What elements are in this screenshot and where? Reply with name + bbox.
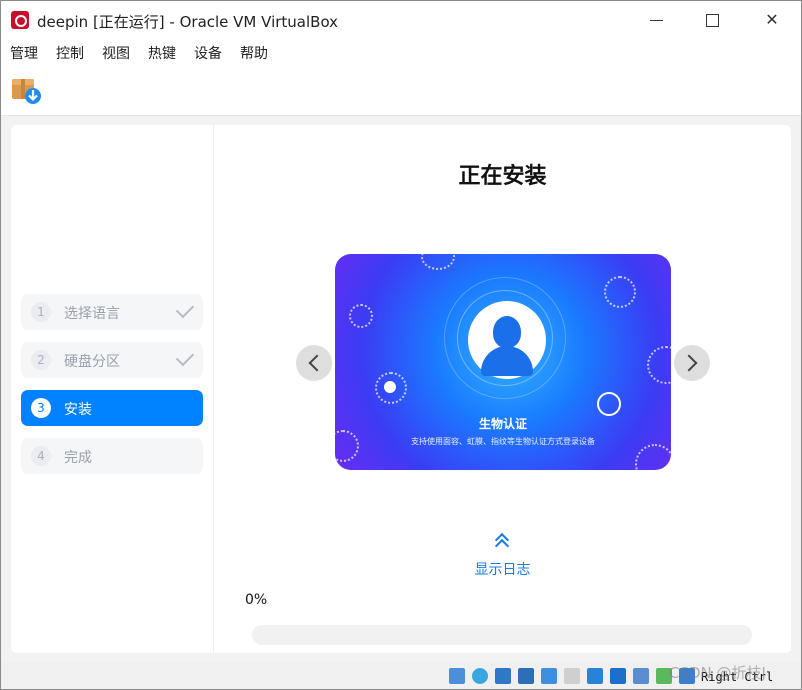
virtualbox-app-icon xyxy=(11,11,29,29)
step-number: 1 xyxy=(31,302,51,322)
installer-step-sidebar: 1 选择语言 2 硬盘分区 3 安装 4 完成 xyxy=(11,125,214,653)
menu-control[interactable]: 控制 xyxy=(56,43,84,63)
feature-slide: 生物认证 支持使用面容、虹膜、指纹等生物认证方式登录设备 xyxy=(335,254,671,470)
minimize-icon xyxy=(649,20,663,21)
show-log-link[interactable]: 显示日志 xyxy=(214,559,791,579)
step-disk-partition: 2 硬盘分区 xyxy=(21,342,203,378)
watermark-text: CSDN @折枝J xyxy=(669,664,766,682)
installer-content: 正在安装 生物认证 支持使用面容、虹膜、指纹等生物认证方式登录设备 显示日志 0… xyxy=(214,125,791,653)
fingerprint-pattern-icon xyxy=(635,444,671,470)
step-label: 安装 xyxy=(64,402,92,418)
slide-title: 生物认证 xyxy=(478,417,527,431)
fingerprint-scan-icon xyxy=(604,276,636,308)
step-finish: 4 完成 xyxy=(21,438,203,474)
step-select-language: 1 选择语言 xyxy=(21,294,203,330)
menu-help[interactable]: 帮助 xyxy=(240,43,268,63)
minimize-button[interactable] xyxy=(633,5,679,35)
hard-disk-icon[interactable] xyxy=(449,668,465,684)
check-badge-icon xyxy=(384,381,396,393)
eye-icon xyxy=(349,304,373,328)
face-recognition-icon xyxy=(597,392,621,416)
usb-icon[interactable] xyxy=(541,668,557,684)
menu-hotkey[interactable]: 热键 xyxy=(148,43,176,63)
video-capture-icon[interactable] xyxy=(633,668,649,684)
step-install: 3 安装 xyxy=(21,390,203,426)
package-download-icon[interactable] xyxy=(11,75,41,105)
optical-drive-icon[interactable] xyxy=(472,668,488,684)
fingerprint-pattern-icon xyxy=(421,254,455,270)
menu-view[interactable]: 视图 xyxy=(102,43,130,63)
progress-percent: 0% xyxy=(245,592,268,608)
step-number: 3 xyxy=(31,398,51,418)
step-label: 硬盘分区 xyxy=(64,354,120,370)
maximize-button[interactable] xyxy=(689,5,735,35)
status-bar: Right Ctrl CSDN @折枝J xyxy=(1,662,801,689)
vm-display[interactable]: 1 选择语言 2 硬盘分区 3 安装 4 完成 正在安装 生物认证 支持使用面容… xyxy=(1,116,801,662)
shared-folder-icon[interactable] xyxy=(564,668,580,684)
page-title: 正在安装 xyxy=(458,164,547,189)
chevron-left-icon xyxy=(308,354,326,372)
audio-icon[interactable] xyxy=(495,668,511,684)
display-icon[interactable] xyxy=(587,668,603,684)
network-icon[interactable] xyxy=(518,668,534,684)
next-slide-button[interactable] xyxy=(674,345,710,381)
screen-capture-icon[interactable] xyxy=(610,668,626,684)
window-title: deepin [正在运行] - Oracle VM VirtualBox xyxy=(37,13,339,31)
previous-slide-button[interactable] xyxy=(296,345,332,381)
step-label: 选择语言 xyxy=(64,306,120,322)
maximize-icon xyxy=(705,14,719,27)
install-progress-bar xyxy=(252,625,752,645)
toolbar xyxy=(1,65,801,116)
step-label: 完成 xyxy=(64,450,92,466)
chevron-right-icon xyxy=(680,354,698,372)
menu-bar: 管理 控制 视图 热键 设备 帮助 xyxy=(1,39,801,66)
close-button[interactable]: ✕ xyxy=(749,5,795,35)
menu-manage[interactable]: 管理 xyxy=(10,43,38,63)
title-bar[interactable]: deepin [正在运行] - Oracle VM VirtualBox ✕ xyxy=(1,1,801,39)
installer-panel: 1 选择语言 2 硬盘分区 3 安装 4 完成 正在安装 生物认证 支持使用面容… xyxy=(11,125,791,653)
slide-subtitle: 支持使用面容、虹膜、指纹等生物认证方式登录设备 xyxy=(411,437,595,446)
face-avatar-icon xyxy=(468,301,546,379)
iris-scan-icon xyxy=(647,346,671,384)
checkmark-icon xyxy=(175,299,195,319)
step-number: 2 xyxy=(31,350,51,370)
menu-devices[interactable]: 设备 xyxy=(194,43,222,63)
step-number: 4 xyxy=(31,446,51,466)
virtualbox-window: deepin [正在运行] - Oracle VM VirtualBox ✕ 管… xyxy=(0,0,802,690)
close-icon: ✕ xyxy=(765,10,779,29)
checkmark-icon xyxy=(175,347,195,367)
